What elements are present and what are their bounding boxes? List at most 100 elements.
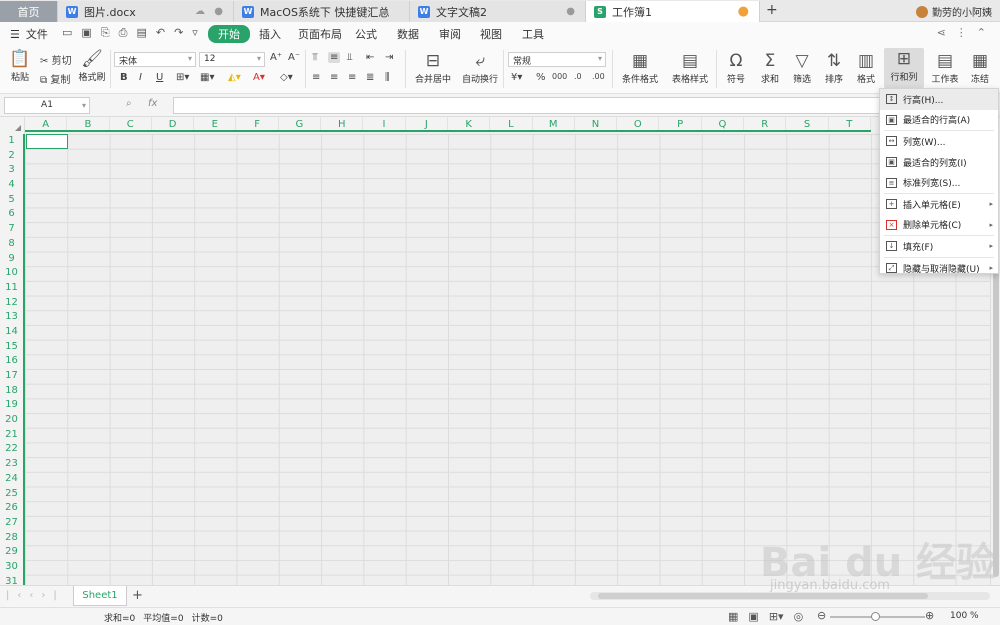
distribute-icon[interactable]: ⫼ [385,72,390,83]
page-break-view-icon[interactable]: ⊞▾ [769,610,784,623]
row-header[interactable]: 16 [0,354,23,369]
menu-review[interactable]: 审阅 [439,26,461,42]
number-format-select[interactable]: 常规 ▾ [508,52,606,67]
user-account[interactable]: 勤劳的小阿姨 [916,4,992,19]
column-header[interactable]: N [575,117,618,130]
menu-fill[interactable]: ↓ 填充(F) ▸ [880,236,998,257]
new-tab-button[interactable]: + [766,2,778,18]
column-header[interactable]: K [448,117,491,130]
border-icon[interactable]: ⊞▾ [176,72,189,83]
row-header[interactable]: 31 [0,575,23,585]
fill-color-icon[interactable]: ◭▾ [228,72,241,83]
menu-hide-unhide[interactable]: ⤢ 隐藏与取消隐藏(U) ▸ [880,258,998,279]
share-icon[interactable]: ⋖ [937,26,946,39]
row-header[interactable]: 1 [0,134,23,149]
rows-cols-button[interactable]: ⊞ 行和列 [884,48,924,88]
normal-view-icon[interactable]: ▦ [728,610,738,623]
column-header[interactable]: T [829,117,871,130]
row-header[interactable]: 26 [0,501,23,516]
align-middle-icon[interactable]: ≡ [328,52,341,63]
unsaved-dot-icon[interactable]: ● [738,4,749,19]
increase-font-icon[interactable]: A⁺ [270,52,282,63]
tab-macos-shortcuts[interactable]: W MacOS系统下 快捷键汇总 ☁ [234,1,410,22]
row-header[interactable]: 5 [0,193,23,208]
wrap-text-button[interactable]: ⤶ 自动换行 [460,50,500,85]
tab-home[interactable]: 首页 [0,1,58,22]
row-header[interactable]: 2 [0,149,23,164]
menu-view[interactable]: 视图 [480,26,502,42]
format-button[interactable]: ▥ 格式 [852,50,880,85]
row-header[interactable]: 20 [0,413,23,428]
row-header[interactable]: 6 [0,207,23,222]
zoom-slider-knob[interactable] [871,612,880,621]
worksheet-button[interactable]: ▤ 工作表 [928,50,962,85]
row-header[interactable]: 22 [0,442,23,457]
align-center-icon[interactable]: ≡ [330,72,338,83]
align-bottom-icon[interactable]: ⫫ [347,52,353,63]
export-icon[interactable]: ⎘ [101,26,110,40]
sheet-nav-icons[interactable]: |‹‹›| [6,590,65,601]
menu-column-width[interactable]: ↔ 列宽(W)... [880,131,998,152]
percent-icon[interactable]: % [536,72,546,83]
filter-button[interactable]: ▽ 筛选 [788,50,816,85]
decrease-decimal-icon[interactable]: .00 [592,72,605,81]
row-header[interactable]: 17 [0,369,23,384]
open-icon[interactable]: ▭ [62,26,72,40]
underline-icon[interactable]: U [156,72,163,83]
horizontal-scrollbar[interactable] [590,592,990,600]
more-options-icon[interactable]: ⋮ [956,26,967,39]
clear-icon[interactable]: ◇▾ [280,72,293,83]
bold-icon[interactable]: B [120,72,128,83]
menu-autofit-column-width[interactable]: ▣ 最适合的列宽(I) [880,152,998,173]
close-dot-icon[interactable]: ● [214,6,223,17]
currency-icon[interactable]: ¥▾ [511,72,522,83]
indent-increase-icon[interactable]: ⇥ [385,52,393,63]
row-header[interactable]: 24 [0,472,23,487]
column-header[interactable]: J [406,117,448,130]
add-sheet-button[interactable]: + [132,588,143,603]
row-header[interactable]: 18 [0,384,23,399]
paste-button[interactable]: 📋 粘贴 [6,48,34,83]
freeze-button[interactable]: ▦ 冻结 [966,50,994,85]
column-header[interactable]: B [67,117,110,130]
row-header[interactable]: 7 [0,222,23,237]
table-style-button[interactable]: ▤ 表格样式 [667,50,713,85]
symbol-button[interactable]: Ω 符号 [722,50,750,85]
page-layout-view-icon[interactable]: ▣ [748,610,758,623]
menu-formula[interactable]: 公式 [355,26,377,42]
menu-row-height[interactable]: ↕ 行高(H)... [880,89,998,110]
font-size-select[interactable]: 12 ▾ [199,52,265,67]
row-header[interactable]: 8 [0,237,23,252]
align-top-icon[interactable]: ⫪ [312,52,318,63]
column-header[interactable]: Q [702,117,745,130]
zoom-in-icon[interactable]: ⊕ [925,609,934,622]
sheet-tab-sheet1[interactable]: Sheet1 [73,586,127,606]
row-header[interactable]: 28 [0,531,23,546]
row-header[interactable]: 21 [0,428,23,443]
file-menu[interactable]: ☰ 文件 [10,26,48,42]
column-header[interactable]: I [363,117,406,130]
menu-delete-cells[interactable]: × 删除单元格(C) ▸ [880,215,998,236]
tab-workbook1[interactable]: S 工作簿1 ● [586,1,760,22]
cell-style-icon[interactable]: ▦▾ [200,72,214,83]
fx-icon[interactable]: fx [148,98,157,109]
column-header[interactable]: P [659,117,702,130]
menu-insert[interactable]: 插入 [259,26,281,42]
print-icon[interactable]: ⎙ [119,26,128,40]
font-color-icon[interactable]: A▾ [253,72,265,83]
row-header[interactable]: 25 [0,487,23,502]
row-header[interactable]: 12 [0,296,23,311]
row-header[interactable]: 11 [0,281,23,296]
name-box[interactable]: A1 ▾ [4,97,90,114]
menu-insert-cells[interactable]: + 插入单元格(E) ▸ [880,194,998,215]
align-left-icon[interactable]: ≡ [312,72,320,83]
row-header[interactable]: 15 [0,340,23,355]
column-header[interactable]: R [744,117,787,130]
tab-picture-docx[interactable]: W 图片.docx ☁ ● [58,1,234,22]
column-header[interactable]: L [490,117,533,130]
justify-icon[interactable]: ≣ [366,72,374,83]
menu-tools[interactable]: 工具 [522,26,544,42]
italic-icon[interactable]: I [139,72,142,83]
collapse-icon[interactable]: ⌃ [977,26,986,39]
menu-autofit-row-height[interactable]: ▣ 最适合的行高(A) [880,110,998,131]
